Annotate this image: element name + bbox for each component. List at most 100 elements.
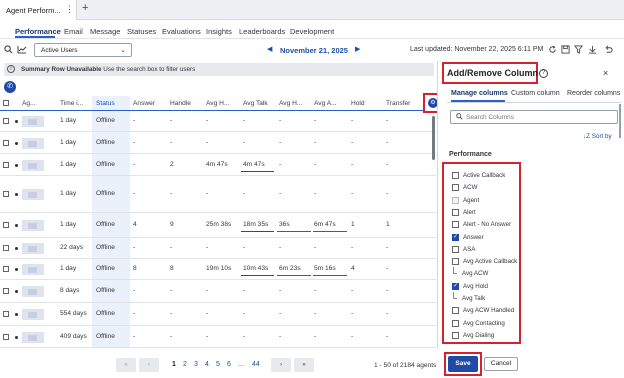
agent-name-redacted[interactable] [22, 160, 44, 171]
header-answer[interactable]: Answer [133, 100, 155, 107]
agent-name-redacted[interactable] [22, 220, 44, 231]
next-date-icon[interactable]: ▶ [355, 45, 360, 53]
add-tab-icon[interactable]: + [82, 2, 88, 14]
help-icon[interactable]: ? [539, 69, 548, 78]
page-4[interactable]: 4 [205, 361, 209, 368]
column-checkbox[interactable] [452, 282, 459, 290]
tab-message[interactable]: Message [90, 27, 120, 36]
tab-statuses[interactable]: Statuses [127, 27, 156, 36]
row-checkbox[interactable] [3, 245, 9, 251]
header-avg-acw[interactable]: Avg A... [314, 100, 337, 107]
column-checkbox[interactable] [452, 319, 459, 327]
agent-name-redacted[interactable] [22, 264, 44, 275]
table-row[interactable]: 1 day Offline 4 9 25m 38s 18m 35s 36s 6m 47s 1 1 [0, 213, 436, 238]
chart-icon[interactable] [17, 45, 27, 56]
row-checkbox[interactable] [3, 191, 9, 197]
agent-name-redacted[interactable] [22, 309, 44, 320]
tab-insights[interactable]: Insights [206, 27, 232, 36]
tab-email[interactable]: Email [64, 27, 83, 36]
agent-name-redacted[interactable] [22, 243, 44, 254]
column-checkbox[interactable] [452, 233, 459, 241]
select-all-checkbox[interactable] [3, 100, 9, 106]
agent-name-redacted[interactable] [22, 138, 44, 149]
prev-page-button[interactable]: ‹ [139, 358, 159, 372]
current-date[interactable]: November 21, 2025 [280, 46, 348, 55]
page-5[interactable]: 5 [216, 361, 220, 368]
next-page-button[interactable]: › [271, 358, 291, 372]
header-avg-handle[interactable]: Avg H... [206, 100, 229, 107]
table-row[interactable]: 1 day Offline - - - - - - - - [0, 111, 436, 132]
tab-leaderboards[interactable]: Leaderboards [239, 27, 285, 36]
header-agent[interactable]: Ag... [22, 100, 36, 107]
row-checkbox[interactable] [3, 118, 9, 124]
header-transfer[interactable]: Transfer [386, 100, 410, 107]
agent-name-redacted[interactable] [22, 116, 44, 127]
column-checkbox[interactable] [452, 208, 459, 216]
agent-name-redacted[interactable] [22, 189, 44, 200]
page-44[interactable]: 44 [252, 361, 260, 368]
cancel-button[interactable]: Cancel [484, 357, 518, 371]
table-row[interactable]: 1 day Offline - 2 4m 47s 4m 47s - - - - [0, 154, 436, 176]
row-checkbox[interactable] [3, 311, 9, 317]
row-checkbox[interactable] [3, 334, 9, 340]
page-1[interactable]: 1 [172, 361, 176, 368]
column-checkbox[interactable] [452, 258, 459, 266]
row-checkbox[interactable] [3, 266, 9, 272]
tab-reorder-columns[interactable]: Reorder columns [567, 90, 620, 97]
column-search[interactable] [450, 110, 618, 124]
undo-icon[interactable] [604, 45, 613, 56]
column-checkbox[interactable] [452, 172, 459, 179]
row-checkbox[interactable] [3, 140, 9, 146]
search-icon[interactable] [4, 45, 13, 56]
column-checkbox[interactable] [452, 184, 459, 192]
more-icon[interactable]: ⋮ [65, 4, 74, 15]
header-hold[interactable]: Hold [351, 100, 365, 107]
column-checkbox[interactable] [452, 307, 459, 315]
save-button[interactable]: Save [448, 356, 478, 372]
table-row[interactable]: 8 days Offline - - - - - - - - [0, 280, 436, 303]
tab-manage-columns[interactable]: Manage columns [451, 90, 508, 97]
column-checkbox[interactable] [452, 245, 459, 253]
column-checkbox[interactable] [452, 221, 459, 229]
first-page-button[interactable]: « [116, 358, 136, 372]
table-row[interactable]: 1 day Offline 8 8 19m 10s 10m 43s 6m 23s 5m 16s… [0, 259, 436, 280]
header-handle[interactable]: Handle [170, 100, 191, 107]
agent-name-redacted[interactable] [22, 286, 44, 297]
row-checkbox[interactable] [3, 162, 9, 168]
tab-evaluations[interactable]: Evaluations [162, 27, 201, 36]
refresh-icon[interactable] [548, 45, 557, 56]
prev-date-icon[interactable]: ◀ [267, 45, 272, 53]
header-avg-talk[interactable]: Avg Talk [243, 100, 268, 107]
page-tab[interactable]: Agent Perform... ⋮ [0, 0, 77, 20]
page-3[interactable]: 3 [194, 361, 198, 368]
page-6[interactable]: 6 [227, 361, 231, 368]
table-row[interactable]: 409 days Offline - - - - - - - - [0, 326, 436, 348]
tab-development[interactable]: Development [290, 27, 334, 36]
save-icon[interactable] [561, 45, 570, 56]
close-icon[interactable]: × [603, 68, 608, 78]
table-row[interactable]: 22 days Offline - - - - - - - - [0, 238, 436, 259]
agent-name-redacted[interactable] [22, 332, 44, 343]
phone-icon[interactable]: ✆ [4, 81, 16, 93]
download-icon[interactable] [588, 45, 597, 56]
table-row[interactable]: 1 day Offline - - - - - - - - [0, 176, 436, 213]
user-filter-select[interactable]: Active Users ⌄ [34, 43, 132, 57]
sort-by-link[interactable]: ↓Z Sort by [583, 133, 612, 140]
last-page-button[interactable]: » [294, 358, 314, 372]
tab-custom-column[interactable]: Custom column [511, 90, 560, 97]
filter-icon[interactable] [574, 45, 583, 56]
column-checkbox[interactable] [452, 196, 459, 204]
page-2[interactable]: 2 [183, 361, 187, 368]
column-checkbox[interactable] [452, 331, 459, 339]
header-avg-hold[interactable]: Avg H... [279, 100, 302, 107]
tab-performance[interactable]: Performance [15, 27, 61, 36]
column-search-input[interactable] [466, 113, 606, 122]
panel-scrollbar[interactable] [619, 104, 621, 138]
row-checkbox[interactable] [3, 222, 9, 228]
row-checkbox[interactable] [3, 288, 9, 294]
grid-scrollbar[interactable] [432, 116, 435, 160]
table-row[interactable]: 1 day Offline - - - - - - - - [0, 132, 436, 154]
header-status[interactable]: Status [96, 100, 115, 107]
table-row[interactable]: 554 days Offline - - - - - - - - [0, 303, 436, 326]
header-time-in-status[interactable]: Time i... [60, 100, 83, 107]
